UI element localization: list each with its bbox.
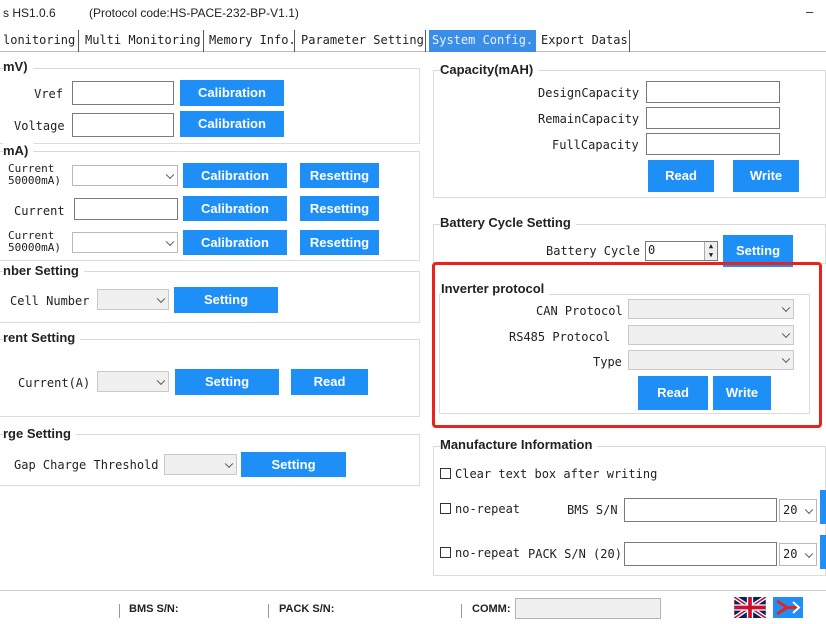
pack-write-button[interactable] xyxy=(820,535,826,569)
tab-export-datas[interactable]: Export Datas xyxy=(538,30,630,52)
voltage-label: Voltage xyxy=(14,119,65,133)
remain-capacity-label: RemainCapacity xyxy=(538,112,640,126)
vref-calibration-button[interactable]: Calibration xyxy=(180,80,284,106)
pack-len-value: 20 xyxy=(783,547,798,561)
current-row1-select[interactable] xyxy=(72,165,178,186)
status-comm-label: COMM: xyxy=(472,603,511,615)
tab-multi-monitoring[interactable]: Multi Monitoring xyxy=(82,30,204,52)
status-pack-label: PACK S/N: xyxy=(279,603,335,615)
bms-sn-input[interactable] xyxy=(624,498,777,522)
charge-setting-button[interactable]: Setting xyxy=(241,452,346,477)
cell-number-select[interactable] xyxy=(97,289,169,310)
comm-field[interactable] xyxy=(515,598,661,619)
status-separator xyxy=(119,604,120,618)
language-switch-icon[interactable] xyxy=(773,597,803,618)
bms-write-button[interactable] xyxy=(820,490,826,524)
tab-bar: lonitoring Multi Monitoring Memory Info.… xyxy=(0,30,826,52)
current-row2-calibration-button[interactable]: Calibration xyxy=(183,196,287,221)
full-capacity-label: FullCapacity xyxy=(552,138,639,152)
vref-label: Vref xyxy=(34,87,63,101)
battery-cycle-label: Battery Cycle xyxy=(546,244,640,258)
design-capacity-input[interactable] xyxy=(646,81,780,103)
chevron-down-icon xyxy=(165,170,175,179)
current-row2-resetting-button[interactable]: Resetting xyxy=(300,196,379,221)
tab-memory-info[interactable]: Memory Info. xyxy=(206,30,296,52)
voltage-calibration-button[interactable]: Calibration xyxy=(180,111,284,137)
uk-flag-icon[interactable] xyxy=(734,597,766,618)
current-setting-group-title: rent Setting xyxy=(3,330,81,345)
vref-input[interactable] xyxy=(72,81,174,105)
charge-setting-group-title: rge Setting xyxy=(3,426,76,441)
clear-text-checkbox[interactable] xyxy=(440,468,451,479)
capacity-group-title: Capacity(mAH) xyxy=(440,62,539,77)
title-bar: s HS1.0.6 (Protocol code:HS-PACE-232-BP-… xyxy=(0,0,826,28)
chevron-down-icon xyxy=(804,549,814,558)
current-a-select[interactable] xyxy=(97,371,169,392)
app-title: s HS1.0.6 xyxy=(3,6,56,20)
pack-sn-input[interactable] xyxy=(624,542,777,566)
protocol-code: (Protocol code:HS-PACE-232-BP-V1.1) xyxy=(89,6,299,20)
battery-cycle-group-title: Battery Cycle Setting xyxy=(440,215,576,230)
chevron-down-icon xyxy=(156,294,166,303)
spin-down-icon[interactable]: ▼ xyxy=(705,251,717,260)
bms-norepeat-checkbox[interactable] xyxy=(440,503,451,514)
manufacture-info-group-title: Manufacture Information xyxy=(440,437,598,452)
current-row3-resetting-button[interactable]: Resetting xyxy=(300,230,379,255)
status-separator xyxy=(268,604,269,618)
battery-cycle-spinner[interactable]: ▲ ▼ xyxy=(704,242,717,260)
bms-len-select[interactable]: 20 xyxy=(779,499,817,522)
highlight-box xyxy=(432,262,822,428)
current-row1-label: Current 50000mA) xyxy=(8,162,61,187)
current-row1-resetting-button[interactable]: Resetting xyxy=(300,163,379,188)
current-group-title: mA) xyxy=(3,143,34,158)
chevron-down-icon xyxy=(224,459,234,468)
gap-charge-threshold-label: Gap Charge Threshold xyxy=(14,458,159,472)
bms-sn-label: BMS S/N xyxy=(567,503,618,517)
pack-sn-label: PACK S/N (20) xyxy=(528,547,622,561)
minimize-button[interactable]: – xyxy=(806,4,813,19)
current-row3-calibration-button[interactable]: Calibration xyxy=(183,230,287,255)
pack-norepeat-checkbox[interactable] xyxy=(440,547,451,558)
cell-number-label: Cell Number xyxy=(10,294,90,308)
bms-len-value: 20 xyxy=(783,503,798,517)
status-separator xyxy=(461,604,462,618)
current-row2-label: Current xyxy=(14,204,65,218)
cell-number-group-title: nber Setting xyxy=(3,263,84,278)
current-row3-select[interactable] xyxy=(72,232,178,253)
current-row3-label: Current 50000mA) xyxy=(8,229,61,254)
capacity-read-button[interactable]: Read xyxy=(648,160,714,192)
current-row1-calibration-button[interactable]: Calibration xyxy=(183,163,287,188)
tab-system-config[interactable]: System Config. xyxy=(429,30,536,52)
clear-text-label: Clear text box after writing xyxy=(455,467,658,481)
gap-charge-threshold-select[interactable] xyxy=(164,454,237,475)
current-a-label: Current(A) xyxy=(18,376,91,390)
capacity-write-button[interactable]: Write xyxy=(733,160,799,192)
pack-len-select[interactable]: 20 xyxy=(779,543,817,566)
status-bms-label: BMS S/N: xyxy=(129,603,179,615)
voltage-group-title: mV) xyxy=(3,59,33,74)
cell-number-setting-button[interactable]: Setting xyxy=(174,287,278,313)
remain-capacity-input[interactable] xyxy=(646,107,780,129)
current-row2-input[interactable] xyxy=(74,198,178,220)
current-setting-button[interactable]: Setting xyxy=(175,369,279,395)
full-capacity-input[interactable] xyxy=(646,133,780,155)
chevron-down-icon xyxy=(156,376,166,385)
bms-norepeat-label: no-repeat xyxy=(455,502,521,516)
tab-parameter-setting[interactable]: Parameter Setting xyxy=(298,30,426,52)
tab-monitoring[interactable]: lonitoring xyxy=(0,30,79,52)
pack-norepeat-label: no-repeat xyxy=(455,546,521,560)
design-capacity-label: DesignCapacity xyxy=(538,86,640,100)
status-bar xyxy=(0,590,826,624)
spin-up-icon[interactable]: ▲ xyxy=(705,242,717,251)
current-read-button[interactable]: Read xyxy=(291,369,368,395)
chevron-down-icon xyxy=(165,237,175,246)
chevron-down-icon xyxy=(804,505,814,514)
voltage-input[interactable] xyxy=(72,113,174,137)
